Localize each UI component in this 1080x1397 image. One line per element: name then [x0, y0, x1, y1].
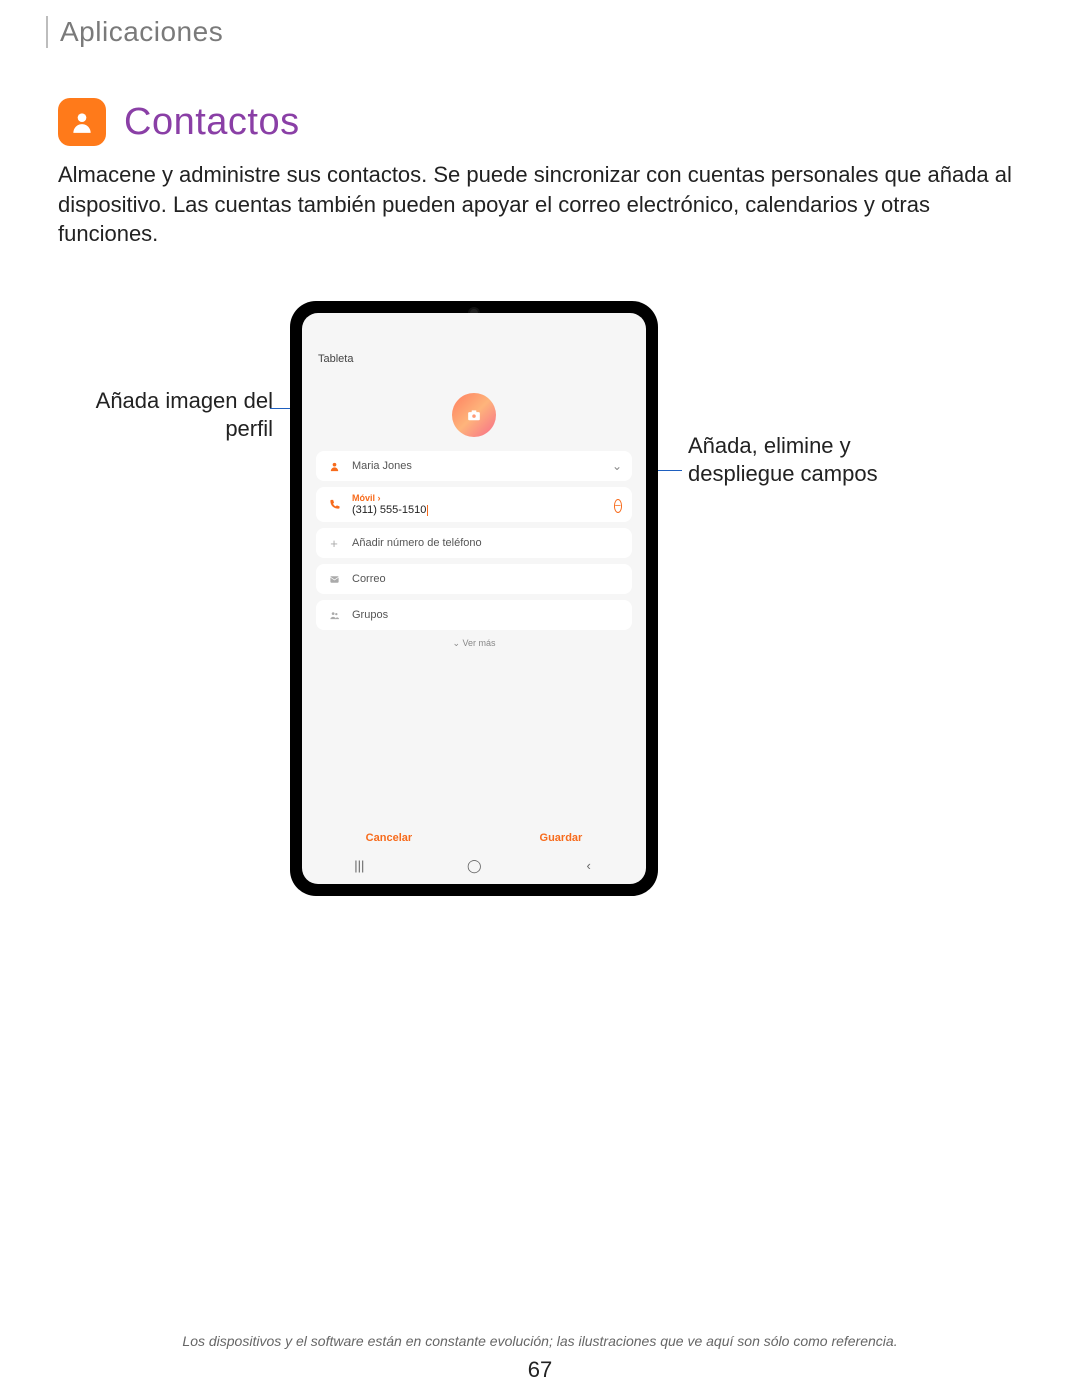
page-description: Almacene y administre sus contactos. Se …: [58, 160, 1022, 249]
back-nav-icon[interactable]: ‹: [582, 858, 596, 874]
home-nav-icon[interactable]: ◯: [467, 858, 481, 874]
add-phone-row[interactable]: + Añadir número de teléfono: [316, 528, 632, 558]
groups-label: Grupos: [352, 609, 388, 621]
minus-icon: −: [614, 499, 622, 513]
phone-icon: [328, 499, 340, 511]
page-title: Contactos: [124, 101, 300, 144]
phone-field[interactable]: Móvil (311) 555-1510 −: [316, 487, 632, 522]
section-header: Aplicaciones: [46, 16, 223, 48]
contacts-app-icon: [58, 98, 106, 146]
tablet-screen: Tableta Maria Jones ⌄ Móvil (311) 555-15…: [302, 313, 646, 884]
annotation-fields: Añada, elimine y despliegue campos: [688, 432, 938, 488]
email-label: Correo: [352, 573, 386, 585]
disclaimer-text: Los dispositivos y el software están en …: [0, 1333, 1080, 1349]
text-cursor: [427, 505, 428, 516]
tablet-frame: Tableta Maria Jones ⌄ Móvil (311) 555-15…: [290, 301, 658, 896]
cancel-button[interactable]: Cancelar: [366, 832, 412, 844]
remove-field-button[interactable]: −: [614, 498, 622, 512]
add-phone-label: Añadir número de teléfono: [352, 537, 482, 549]
name-field[interactable]: Maria Jones ⌄: [316, 451, 632, 481]
plus-icon: +: [328, 537, 340, 549]
annotation-profile-image: Añada imagen del perfil: [58, 387, 273, 443]
see-more-button[interactable]: Ver más: [302, 638, 646, 649]
group-icon: [328, 609, 340, 621]
camera-icon: [467, 409, 481, 421]
email-field[interactable]: Correo: [316, 564, 632, 594]
bottom-actions: Cancelar Guardar: [302, 832, 646, 844]
mail-icon: [328, 573, 340, 585]
chevron-down-icon[interactable]: ⌄: [612, 459, 622, 473]
save-button[interactable]: Guardar: [540, 832, 583, 844]
recents-nav-icon[interactable]: |||: [352, 858, 366, 874]
groups-field[interactable]: Grupos: [316, 600, 632, 630]
screen-storage-label: Tableta: [318, 353, 353, 365]
profile-image-button[interactable]: [452, 393, 496, 437]
name-value: Maria Jones: [352, 460, 412, 472]
page-number: 67: [0, 1357, 1080, 1383]
android-nav-bar: ||| ◯ ‹: [302, 858, 646, 874]
phone-value: (311) 555-1510: [352, 504, 426, 516]
title-row: Contactos: [58, 98, 300, 146]
phone-type-label[interactable]: Móvil: [352, 493, 602, 503]
person-icon: [328, 460, 340, 472]
